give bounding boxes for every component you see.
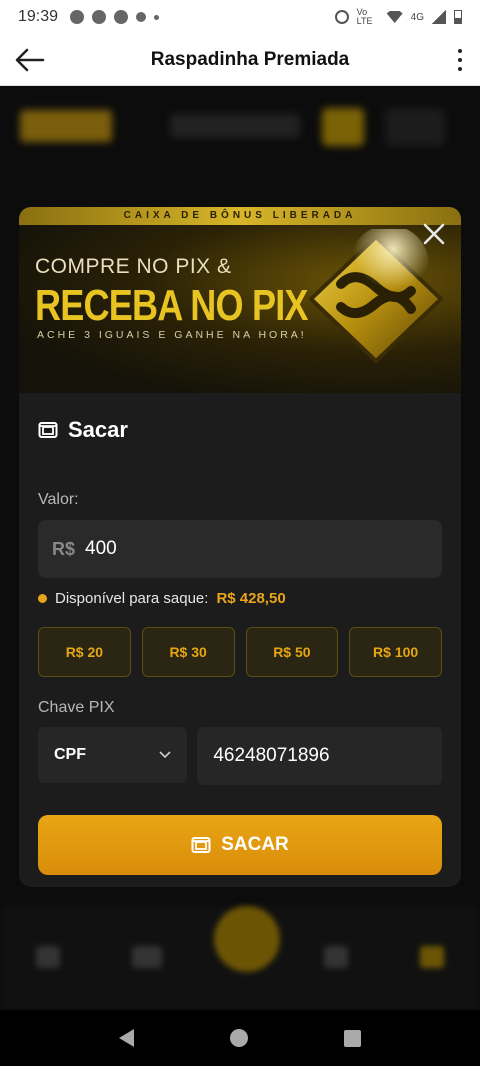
nav-home-icon[interactable] [230,1029,248,1047]
system-icons: Vo LTE 4G [334,7,462,26]
amount-label: Valor: [38,491,79,508]
background-nav-item [132,946,162,968]
withdraw-modal: CAIXA DE BÔNUS LIBERADA COMPRE NO PIX & … [19,207,461,887]
quick-amount-50-button[interactable]: R$ 50 [245,627,339,677]
alarm-icon [334,10,349,24]
quick-amount-20-button[interactable]: R$ 20 [38,627,131,677]
available-amount: R$ 428,50 [216,589,286,607]
background-logo [20,110,112,142]
network-label: Vo LTE [356,7,373,26]
background-nav-item [324,946,348,968]
chevron-down-icon [159,751,171,759]
network-type: 4G [410,11,424,23]
system-nav-bar [0,1010,480,1066]
banner-line1: COMPRE NO PIX & [35,255,232,278]
background-deposit-button [322,108,364,146]
banner-strip: CAIXA DE BÔNUS LIBERADA [19,207,461,225]
background-nav-center [214,906,280,972]
background-nav-item [420,946,444,968]
back-arrow-icon[interactable] [0,34,60,86]
withdraw-title: Sacar [68,417,128,442]
wifi-icon [386,11,403,23]
atm-icon [191,837,211,853]
background-bottom-nav [0,906,480,1010]
app-title: Raspadinha Premiada [150,48,350,70]
submit-withdraw-button[interactable]: SACAR [38,815,442,875]
status-dot-icon [38,593,47,603]
more-notifications-icon [154,14,160,20]
nav-recents-icon[interactable] [344,1029,361,1047]
quick-amount-100-button[interactable]: R$ 100 [349,627,442,677]
chat-icon [70,10,85,24]
promo-banner: CAIXA DE BÔNUS LIBERADA COMPRE NO PIX & … [19,207,461,393]
background-balance [170,114,300,138]
nav-back-icon[interactable] [119,1029,134,1047]
pix-logo-icon [309,229,443,363]
atm-icon [38,422,58,438]
app-bar: Raspadinha Premiada [0,34,480,86]
status-time: 19:39 [18,8,59,25]
pix-key-input[interactable]: 46248071896 [197,727,442,785]
notification-icons [70,10,160,24]
background-nav-item [36,946,60,968]
available-balance: Disponível para saque: R$ 428,50 [38,588,442,608]
withdraw-form: Sacar Valor: R$ 400 Disponível para saqu… [19,415,461,875]
signal-icon [432,10,446,24]
battery-icon [454,10,462,24]
available-label: Disponível para saque: [55,589,209,607]
withdraw-header: Sacar [38,415,442,445]
app-icon [114,10,129,24]
currency-prefix: R$ [52,538,76,559]
background-user-button [385,108,445,146]
quick-amounts: R$ 20 R$ 30 R$ 50 R$ 100 [38,627,442,677]
pix-key-row: CPF 46248071896 [38,727,442,785]
amount-value: 400 [85,538,117,559]
overflow-menu-icon[interactable] [440,34,480,86]
background-header [0,96,480,156]
amount-input[interactable]: R$ 400 [38,520,442,578]
close-icon[interactable] [421,221,447,247]
key-type-value: CPF [54,746,86,763]
banner-line3: ACHE 3 IGUAIS E GANHE NA HORA! [37,329,307,341]
key-type-select[interactable]: CPF [38,727,188,783]
app-icon-2 [136,12,147,22]
pix-key-label: Chave PIX [38,699,115,716]
status-bar: 19:39 Vo LTE 4G [0,0,480,34]
banner-line2: RECEBA NO PIX [35,281,309,330]
submit-label: SACAR [221,834,289,855]
quick-amount-30-button[interactable]: R$ 30 [141,627,235,677]
facebook-icon [92,10,107,24]
